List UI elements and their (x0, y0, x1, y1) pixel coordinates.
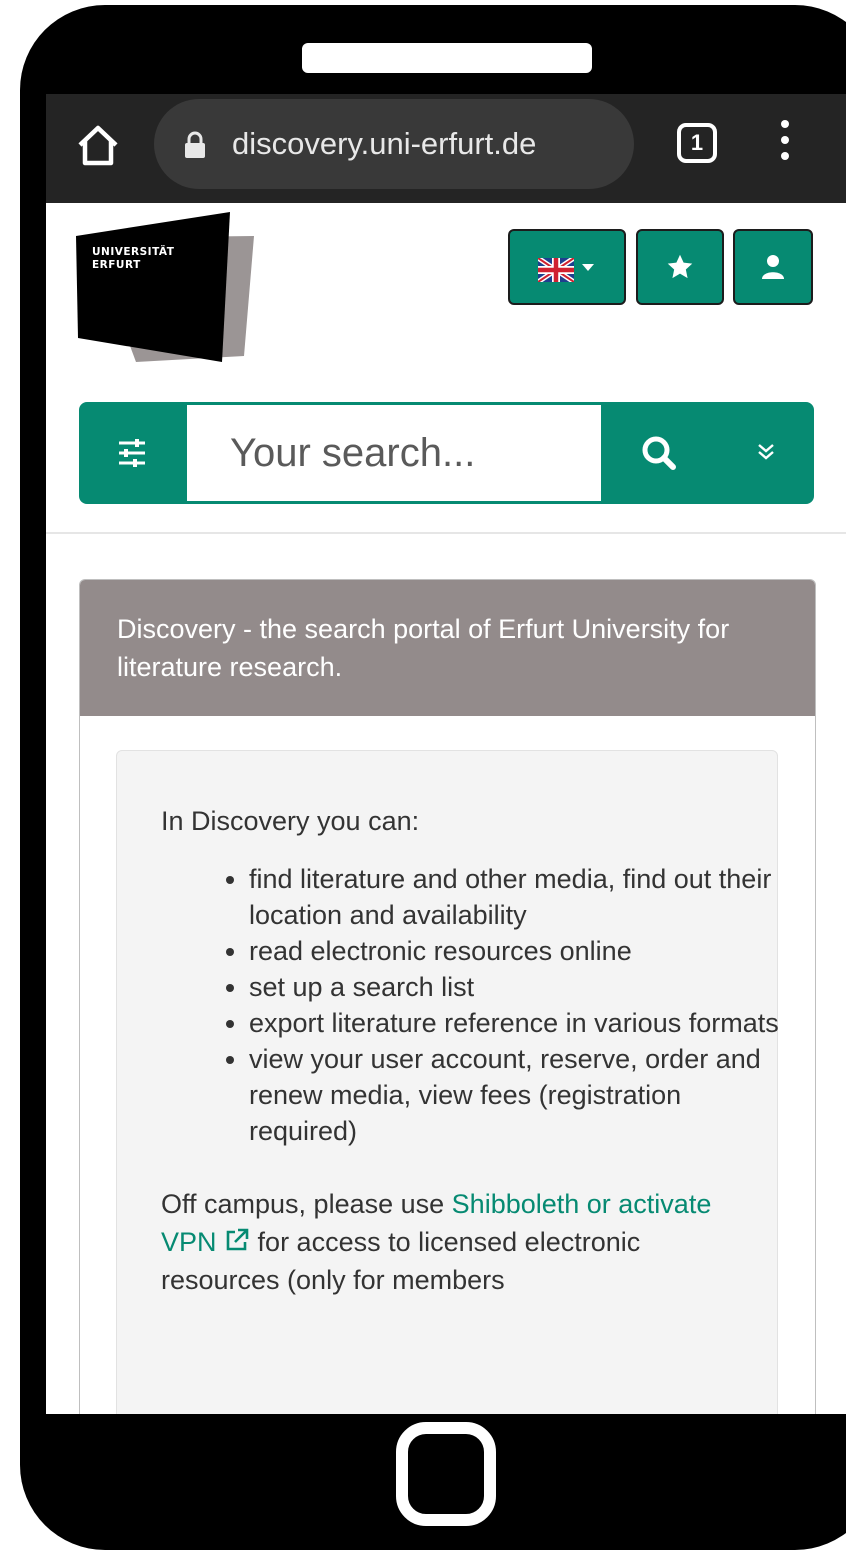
logo-text: UNIVERSITÄT ERFURT (92, 246, 175, 271)
card-title: Discovery - the search portal of Erfurt … (117, 614, 730, 682)
favorites-button[interactable] (636, 229, 724, 305)
list-item: set up a search list (249, 969, 789, 1005)
search-button[interactable] (611, 402, 711, 504)
list-item: find literature and other media, find ou… (249, 861, 789, 933)
search-icon (642, 436, 676, 470)
language-button[interactable] (508, 229, 626, 305)
info-card: Discovery - the search portal of Erfurt … (79, 579, 816, 1414)
user-account-button[interactable] (733, 229, 813, 305)
uk-flag-icon (538, 258, 574, 282)
overflow-menu-icon[interactable] (773, 120, 797, 166)
tab-switcher-icon[interactable]: 1 (677, 123, 717, 163)
info-well: In Discovery you can: find literature an… (116, 750, 779, 1414)
user-icon (762, 255, 784, 279)
search-input[interactable] (187, 405, 601, 501)
note-prefix: Off campus, please use (161, 1189, 452, 1219)
address-bar[interactable]: discovery.uni-erfurt.de (154, 99, 634, 189)
phone-screen: discovery.uni-erfurt.de 1 UNIVERSITÄT ER… (46, 94, 846, 1414)
phone-speaker (302, 43, 592, 73)
advanced-search-toggle[interactable] (719, 402, 809, 504)
browser-toolbar: discovery.uni-erfurt.de 1 (46, 94, 846, 203)
star-icon (667, 254, 693, 279)
external-link-icon[interactable] (224, 1227, 250, 1253)
lock-icon (185, 131, 205, 158)
card-header: Discovery - the search portal of Erfurt … (80, 580, 815, 716)
chevron-down-icon (582, 264, 594, 271)
feature-list: find literature and other media, find ou… (205, 861, 789, 1149)
off-campus-note: Off campus, please use Shibboleth or act… (161, 1185, 731, 1299)
university-logo[interactable] (76, 212, 256, 372)
phone-frame: discovery.uni-erfurt.de 1 UNIVERSITÄT ER… (0, 0, 846, 1552)
sliders-icon (119, 439, 145, 467)
list-item: view your user account, reserve, order a… (249, 1041, 789, 1149)
list-item: read electronic resources online (249, 933, 789, 969)
list-item: export literature reference in various f… (249, 1005, 789, 1041)
search-filter-button[interactable] (79, 402, 187, 504)
phone-home-button[interactable] (396, 1422, 496, 1526)
url-text: discovery.uni-erfurt.de (232, 126, 537, 161)
intro-text: In Discovery you can: (161, 806, 420, 836)
home-icon[interactable] (74, 121, 122, 169)
search-bar (79, 402, 814, 504)
header-divider (46, 532, 846, 534)
double-chevron-down-icon (758, 444, 774, 460)
